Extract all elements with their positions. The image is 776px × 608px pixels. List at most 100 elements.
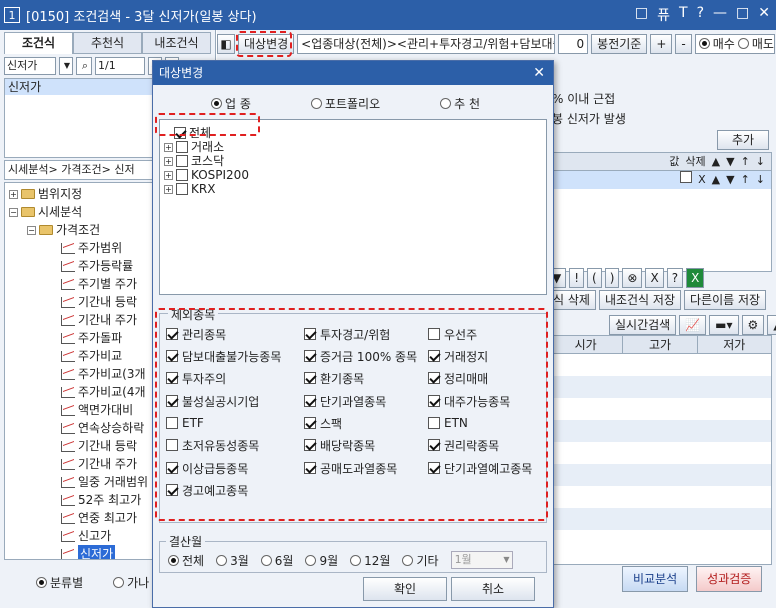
tree-node[interactable]: − 가격조건 [27,221,100,239]
exclude-option[interactable]: ETN [428,415,468,431]
cancel-button[interactable]: 취소 [451,577,535,601]
exclude-option[interactable]: 관리종목 [166,326,226,342]
save-my-condition-button[interactable]: 내조건식 저장 [598,290,681,310]
target-change-button[interactable]: 대상변경 [238,34,295,54]
exclude-option[interactable]: 정리매매 [428,370,488,386]
not-button[interactable]: ! [569,268,585,288]
performance-button[interactable]: 성과검증 [696,566,763,592]
exclude-option[interactable]: 스팩 [304,415,342,431]
radio-recommend[interactable]: 추 천 [440,95,480,112]
table-row[interactable] [548,464,771,486]
exclude-option[interactable]: 공매도과열종목 [304,460,397,476]
market-kospi[interactable]: + 거래소 [164,140,224,154]
tree-leaf-selected[interactable]: 신저가 [61,545,116,559]
compare-button[interactable]: 비교분석 [622,566,689,592]
checkbox[interactable] [304,439,316,451]
checkbox[interactable] [304,372,316,384]
toggle-panel-icon[interactable]: ◧ [217,34,235,54]
checkbox[interactable] [304,462,316,474]
row-checkbox[interactable] [680,171,693,183]
buy-sell-radio[interactable]: 매수 매도 [694,34,775,54]
help-icon[interactable]: ? [697,5,704,25]
column-header[interactable]: 저가 [696,336,771,353]
scroll-up-icon[interactable]: ▲ [767,315,776,335]
tree-leaf[interactable]: 주가범위 [61,239,122,257]
radio-portfolio[interactable]: 포트폴리오 [310,95,380,112]
tree-leaf[interactable]: 주가등락률 [61,257,133,275]
table-row[interactable] [548,354,771,376]
spin-input[interactable]: 0 [558,34,589,54]
checkbox[interactable] [166,350,178,362]
radio-industry[interactable]: 업 종 [211,95,251,112]
ok-button[interactable]: 확인 [363,577,447,601]
open-paren-button[interactable]: ( [587,268,602,288]
table-row[interactable] [548,442,771,464]
exclude-option[interactable]: 단기과열종목 [304,393,386,409]
checkbox[interactable] [166,328,178,340]
tree-leaf[interactable]: 주가돌파 [61,329,122,347]
market-all[interactable]: 전체 [174,126,211,140]
checkbox[interactable] [176,155,188,167]
xor-button[interactable]: ⊗ [622,268,643,288]
column-header[interactable]: 시가 [548,336,622,353]
save-as-button[interactable]: 다른이름 저장 [684,290,767,310]
font-icon[interactable]: T [679,5,688,25]
tree-leaf[interactable]: 주가비교(3개 [61,365,146,383]
bongjeon-button[interactable]: 봉전기준 [591,34,648,54]
settle-radio-other[interactable]: 기타 [402,552,439,569]
clear-button[interactable]: X [645,268,664,288]
checkbox[interactable] [304,350,316,362]
table-row[interactable] [548,530,771,552]
tree-leaf[interactable]: 기간내 등락 [61,293,137,311]
result-grid[interactable]: 시가 고가 저가 [547,335,772,565]
exclude-option[interactable]: 배당락종목 [304,437,375,453]
exclude-option[interactable]: 불성실공시기업 [166,393,259,409]
market-kospi200[interactable]: + KOSPI200 [164,168,249,182]
exclude-option[interactable]: 대주가능종목 [428,393,510,409]
exclude-option[interactable]: 우선주 [428,326,477,342]
tree-leaf[interactable]: 기간내 주가 [61,455,137,473]
checkbox[interactable] [166,372,178,384]
exclude-option[interactable]: 초저유동성종목 [166,437,259,453]
tree-leaf[interactable]: 액면가대비 [61,401,133,419]
delete-formula-button[interactable]: 식 삭제 [547,290,596,310]
column-header[interactable]: 고가 [622,336,696,353]
tree-leaf[interactable]: 신고가 [61,527,111,545]
close-paren-button[interactable]: ) [604,268,620,288]
checkbox[interactable] [166,484,178,496]
search-icon[interactable]: ⌕ [76,57,92,75]
tree-leaf[interactable]: 연속상승하락 [61,419,144,437]
maximize-icon[interactable]: □ [736,5,749,25]
tree-leaf[interactable]: 주기별 주가 [61,275,137,293]
radio-alphabetical[interactable]: 가나 [113,574,149,591]
minimize-icon[interactable]: — [713,5,727,25]
plus-button[interactable]: + [650,34,673,54]
checkbox[interactable] [428,372,440,384]
exclude-option[interactable]: 경고예고종목 [166,482,248,498]
checkbox[interactable] [176,141,188,153]
table-row[interactable] [548,420,771,442]
checkbox[interactable] [174,127,186,139]
help-button[interactable]: ? [666,268,684,288]
exclude-option[interactable]: 투자경고/위험 [304,326,390,342]
minus-button[interactable]: - [675,34,692,54]
table-row[interactable] [548,398,771,420]
exclude-option[interactable]: 증거금 100% 종목 [304,348,417,364]
dialog-close-icon[interactable]: ✕ [533,61,545,85]
gear-icon[interactable]: ⚙ [741,315,765,335]
checkbox[interactable] [428,328,440,340]
settle-radio-all[interactable]: 전체 [168,552,204,569]
checkbox[interactable] [166,462,178,474]
table-row[interactable] [548,376,771,398]
tree-node[interactable]: + 범위지정 [9,185,82,203]
exclude-option[interactable]: 투자주의 [166,370,226,386]
chart-icon[interactable]: 📈 [679,315,707,335]
exclude-option[interactable]: ETF [166,415,204,431]
table-row[interactable] [548,486,771,508]
checkbox[interactable] [176,183,188,195]
tree-leaf[interactable]: 연중 최고가 [61,509,137,527]
tree-leaf[interactable]: 기간내 주가 [61,311,137,329]
checkbox[interactable] [166,439,178,451]
checkbox[interactable] [428,395,440,407]
checkbox[interactable] [166,417,178,429]
